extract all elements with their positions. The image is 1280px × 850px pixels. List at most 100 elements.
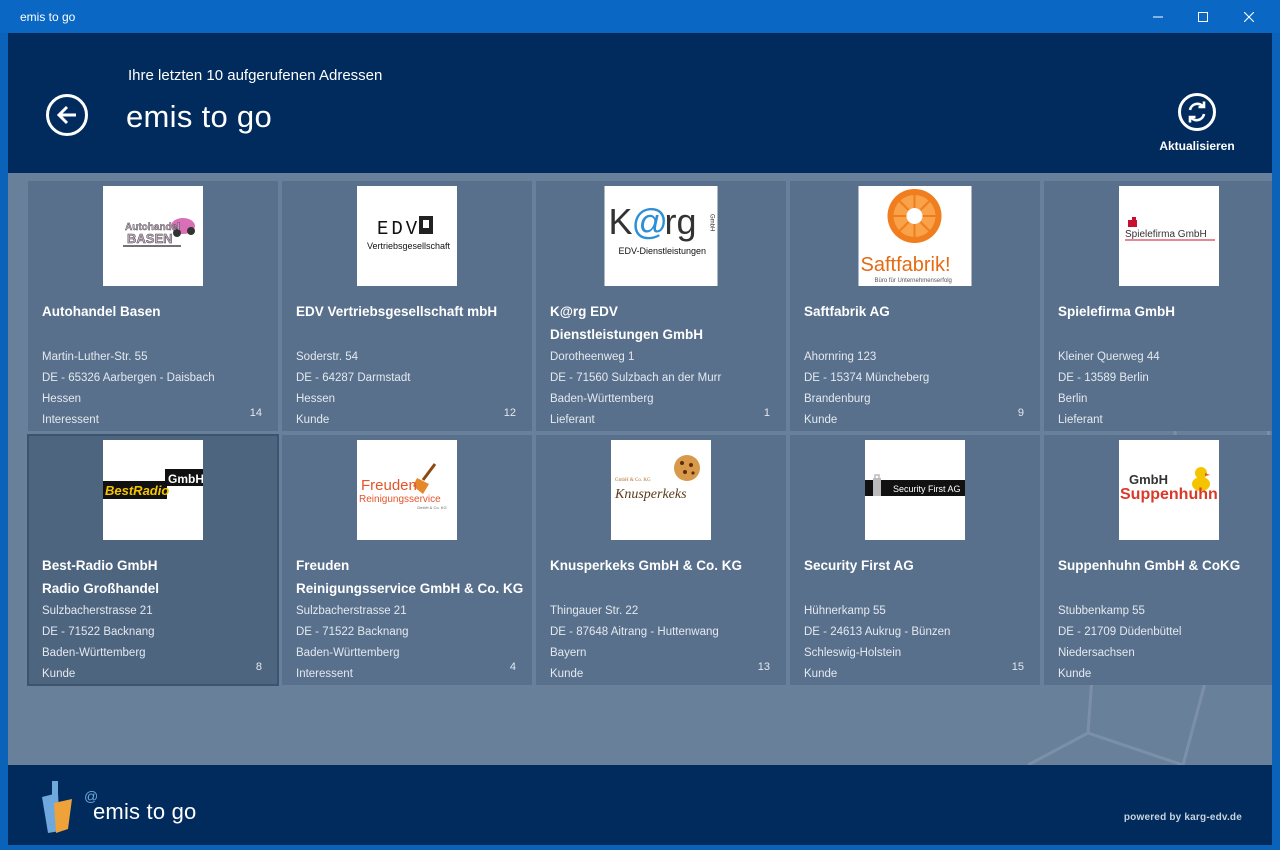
city: DE - 13589 Berlin xyxy=(1058,372,1149,384)
contact-type: Lieferant xyxy=(550,414,595,426)
address-card[interactable]: GmbH BestRadio Best-Radio GmbH Radio Groß… xyxy=(27,434,279,686)
city: DE - 21709 Düdenbüttel xyxy=(1058,626,1182,638)
page-title: emis to go xyxy=(126,99,273,134)
svg-text:Suppenhuhn: Suppenhuhn xyxy=(1120,486,1218,503)
address-info: Kleiner Querweg 44 DE - 13589 Berlin Ber… xyxy=(1058,347,1160,431)
state: Hessen xyxy=(296,393,335,405)
contact-type: Kunde xyxy=(804,668,838,680)
company-name: Suppenhuhn GmbH & CoKG xyxy=(1058,558,1241,573)
visit-count: 15 xyxy=(1011,661,1024,673)
address-card[interactable]: Saftfabrik! Büro für Unternehmenserfolg … xyxy=(790,181,1040,431)
contact-type: Interessent xyxy=(42,414,99,426)
svg-text:Vertriebsgesellschaft: Vertriebsgesellschaft xyxy=(367,241,451,251)
state: Brandenburg xyxy=(804,393,871,405)
address-card[interactable]: Spielefirma GmbH Spielefirma GmbH Kleine… xyxy=(1044,181,1272,431)
company-logo: GmbH & Co. KG Knusperkeks xyxy=(611,440,711,540)
address-card[interactable]: Autohandel BASEN Autohandel Basen Martin… xyxy=(28,181,278,431)
company-logo: K @ rg GmbH EDV-Dienstleistungen xyxy=(604,186,718,286)
close-button[interactable] xyxy=(1226,0,1272,33)
svg-text:Saftfabrik!: Saftfabrik! xyxy=(861,254,951,276)
svg-text:Security First AG: Security First AG xyxy=(893,484,961,494)
address-info: Ahornring 123 DE - 15374 Müncheberg Bran… xyxy=(804,347,929,431)
arrow-left-icon xyxy=(56,105,76,125)
address-info: Stubbenkamp 55 DE - 21709 Düdenbüttel Ni… xyxy=(1058,601,1181,685)
svg-text:Reinigungsservice: Reinigungsservice xyxy=(359,494,441,505)
street: Hühnerkamp 55 xyxy=(804,605,886,617)
app-logo-icon: @ xyxy=(42,781,98,833)
visit-count: 9 xyxy=(1017,407,1024,419)
company-name: K@rg EDV Dienstleistungen GmbH xyxy=(550,304,704,342)
address-card[interactable]: K @ rg GmbH EDV-Dienstleistungen K@rg ED… xyxy=(536,181,786,431)
company-name: Saftfabrik AG xyxy=(804,304,890,319)
street: Sulzbacherstrasse 21 xyxy=(42,605,153,617)
page-header: Ihre letzten 10 aufgerufenen Adressen em… xyxy=(8,33,1272,173)
address-card[interactable]: Security First AG Security First AG Hühn… xyxy=(790,435,1040,685)
street: Soderstr. 54 xyxy=(296,351,359,363)
address-info: Sulzbacherstrasse 21 DE - 71522 Backnang… xyxy=(42,601,155,685)
state: Hessen xyxy=(42,393,81,405)
svg-text:GmbH: GmbH xyxy=(1129,472,1168,487)
state: Niedersachsen xyxy=(1058,647,1135,659)
close-icon xyxy=(1244,11,1254,22)
city: DE - 71522 Backnang xyxy=(42,626,155,638)
street: Martin-Luther-Str. 55 xyxy=(42,351,148,363)
back-button[interactable] xyxy=(46,94,88,136)
svg-text:@: @ xyxy=(632,201,669,242)
powered-by: powered by karg-edv.de xyxy=(1123,812,1242,823)
state: Bayern xyxy=(550,647,587,659)
minimize-button[interactable] xyxy=(1135,0,1181,33)
company-logo: EDV Vertriebsgesellschaft xyxy=(357,186,457,286)
maximize-button[interactable] xyxy=(1180,0,1226,33)
svg-text:rg: rg xyxy=(665,201,697,242)
address-card[interactable]: GmbH Suppenhuhn Suppenhuhn GmbH & CoKG S… xyxy=(1044,435,1272,685)
city: DE - 71560 Sulzbach an der Murr xyxy=(550,372,722,384)
company-logo: GmbH BestRadio xyxy=(103,440,203,540)
company-logo: GmbH Suppenhuhn xyxy=(1119,440,1219,540)
address-info: Thingauer Str. 22 DE - 87648 Aitrang - H… xyxy=(550,601,719,685)
visit-count: 14 xyxy=(249,407,262,419)
svg-text:EDV-Dienstleistungen: EDV-Dienstleistungen xyxy=(619,246,707,256)
svg-text:GmbH: GmbH xyxy=(709,214,715,231)
window-title: emis to go xyxy=(20,10,76,24)
city: DE - 15374 Müncheberg xyxy=(804,372,930,384)
state: Schleswig-Holstein xyxy=(804,647,902,659)
street: Kleiner Querweg 44 xyxy=(1058,351,1160,363)
svg-text:BASEN: BASEN xyxy=(127,231,173,246)
contact-type: Kunde xyxy=(804,414,838,426)
contact-type: Interessent xyxy=(296,668,353,680)
company-name: Freuden Reinigungsservice GmbH & Co. KG xyxy=(296,558,524,596)
svg-text:BestRadio: BestRadio xyxy=(105,483,169,498)
state: Baden-Württemberg xyxy=(550,393,654,405)
svg-text:Freuden: Freuden xyxy=(361,477,417,494)
company-name: EDV Vertriebsgesellschaft mbH xyxy=(296,304,498,319)
svg-text:EDV: EDV xyxy=(377,218,420,240)
page-subtitle: Ihre letzten 10 aufgerufenen Adressen xyxy=(128,67,383,84)
svg-text:GmbH: GmbH xyxy=(168,472,203,486)
visit-count: 13 xyxy=(757,661,770,673)
minimize-icon xyxy=(1153,16,1163,17)
street: Sulzbacherstrasse 21 xyxy=(296,605,407,617)
app-window: emis to go Ihre letzten 10 aufgerufenen … xyxy=(0,0,1280,850)
maximize-icon xyxy=(1198,11,1208,22)
address-info: Martin-Luther-Str. 55 DE - 65326 Aarberg… xyxy=(42,347,215,431)
street: Thingauer Str. 22 xyxy=(550,605,639,617)
contact-type: Lieferant xyxy=(1058,414,1103,426)
refresh-button[interactable]: Aktualisieren xyxy=(1156,93,1238,153)
address-info: Hühnerkamp 55 DE - 24613 Aukrug - Bünzen… xyxy=(804,601,950,685)
city: DE - 65326 Aarbergen - Daisbach xyxy=(42,372,215,384)
address-card[interactable]: EDV Vertriebsgesellschaft EDV Vertriebsg… xyxy=(282,181,532,431)
visit-count: 12 xyxy=(503,407,516,419)
contact-type: Kunde xyxy=(1058,668,1092,680)
company-logo: Saftfabrik! Büro für Unternehmenserfolg xyxy=(858,186,972,286)
street: Ahornring 123 xyxy=(804,351,877,363)
address-card[interactable]: Freuden Reinigungsservice GmbH & Co. KG … xyxy=(282,435,532,685)
app-logo-text: emis to go xyxy=(93,799,197,824)
svg-text:GmbH & Co. KG: GmbH & Co. KG xyxy=(615,478,651,483)
title-bar[interactable]: emis to go xyxy=(0,0,1280,33)
address-info: Soderstr. 54 DE - 64287 Darmstadt Hessen… xyxy=(296,347,410,431)
app-footer: @ @ emis to go powered by karg-edv.de xyxy=(8,765,1272,845)
svg-text:K: K xyxy=(609,201,633,242)
address-card[interactable]: GmbH & Co. KG Knusperkeks Knusperkeks Gm… xyxy=(536,435,786,685)
company-name: Autohandel Basen xyxy=(42,304,161,319)
contact-type: Kunde xyxy=(42,668,76,680)
